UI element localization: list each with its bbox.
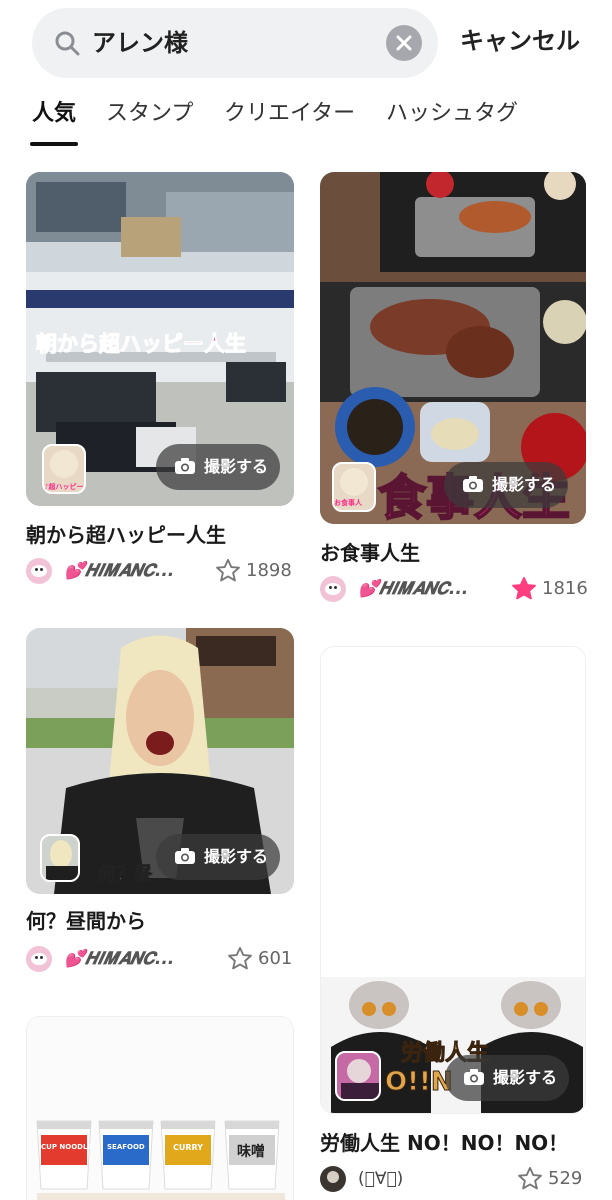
- search-input[interactable]: アレン様: [32, 8, 438, 78]
- favorite-count: 529: [548, 1168, 583, 1189]
- favorite-count: 1816: [542, 578, 588, 599]
- cup-label: SEAFOOD: [107, 1143, 145, 1151]
- user-name[interactable]: 💕𝑯𝑰𝑴𝑨𝑵𝑪...: [358, 576, 468, 602]
- camera-icon: [175, 458, 195, 474]
- effect-thumbnail[interactable]: 朝から超ハッピー人生 ♪超ハッピー 撮影する: [26, 172, 294, 506]
- creator-thumbnail-label: ♪超ハッピー: [44, 483, 84, 491]
- camera-icon: [175, 848, 195, 864]
- cup-noodles-image: [27, 1017, 293, 1200]
- creator-thumbnail-label: お食事人: [334, 499, 362, 507]
- user-name[interactable]: (ﾟ∀ﾟ): [358, 1166, 403, 1192]
- creator-thumbnail: [40, 834, 80, 882]
- creator-thumbnail: お食事人: [332, 462, 376, 512]
- effect-meta: (ﾟ∀ﾟ) 529: [320, 1164, 586, 1194]
- effect-thumbnail[interactable]: 労働人生 O!!N 撮影する: [320, 646, 586, 1114]
- star-icon[interactable]: [226, 945, 254, 973]
- user-name[interactable]: 💕𝑯𝑰𝑴𝑨𝑵𝑪...: [64, 558, 174, 584]
- effect-meta: 💕𝑯𝑰𝑴𝑨𝑵𝑪... 1816: [320, 574, 588, 604]
- tab-hashtags[interactable]: ハッシュタグ: [386, 96, 518, 132]
- search-query: アレン様: [92, 29, 188, 57]
- tab-stamps[interactable]: スタンプ: [106, 96, 193, 132]
- cancel-button[interactable]: キャンセル: [460, 24, 580, 58]
- tab-popular[interactable]: 人気: [32, 96, 76, 132]
- camera-icon: [463, 476, 483, 492]
- user-avatar[interactable]: [320, 1166, 346, 1192]
- cup-label: CUP NOODLE: [41, 1143, 93, 1151]
- tab-creators[interactable]: クリエイター: [224, 96, 355, 132]
- effect-title[interactable]: 何？昼間から: [26, 906, 146, 936]
- favorite-count: 601: [258, 948, 293, 969]
- effect-thumbnail[interactable]: CUP NOODLE SEAFOOD CURRY 味噌: [26, 1016, 294, 1200]
- overlay-caption: 朝から超ハッピー人生: [36, 332, 247, 357]
- overlay-caption-secondary: O!!N: [385, 1067, 454, 1098]
- star-filled-icon[interactable]: [510, 575, 538, 603]
- close-icon: [396, 35, 412, 51]
- shoot-button[interactable]: 撮影する: [445, 1055, 569, 1101]
- star-icon[interactable]: [516, 1165, 544, 1193]
- shoot-button[interactable]: 撮影する: [156, 444, 280, 490]
- category-tabs: 人気 スタンプ クリエイター ハッシュタグ: [0, 96, 612, 150]
- active-tab-indicator: [30, 142, 78, 146]
- clear-search-button[interactable]: [386, 25, 422, 61]
- effect-title[interactable]: お食事人生: [320, 538, 420, 568]
- cup-label: 味噌: [237, 1144, 265, 1160]
- cup-label: CURRY: [173, 1143, 204, 1152]
- user-avatar[interactable]: [320, 576, 346, 602]
- user-avatar[interactable]: [26, 558, 52, 584]
- shoot-button[interactable]: 撮影する: [156, 834, 280, 880]
- star-icon[interactable]: [214, 557, 242, 585]
- favorite-count: 1898: [246, 560, 292, 581]
- shoot-button-label: 撮影する: [204, 457, 269, 476]
- effect-title[interactable]: 労働人生 NO！NO！NO！: [320, 1128, 568, 1158]
- shoot-button-label: 撮影する: [493, 1068, 558, 1087]
- shoot-button-label: 撮影する: [204, 847, 269, 866]
- search-icon: [55, 31, 80, 56]
- effect-thumbnail[interactable]: 何？昼 撮影する: [26, 628, 294, 894]
- overlay-caption: 何？昼: [98, 864, 153, 886]
- user-avatar[interactable]: [26, 946, 52, 972]
- effect-meta: 💕𝑯𝑰𝑴𝑨𝑵𝑪... 1898: [26, 556, 294, 586]
- shoot-button-label: 撮影する: [492, 475, 557, 494]
- effect-title[interactable]: 朝から超ハッピー人生: [26, 520, 226, 550]
- effect-meta: 💕𝑯𝑰𝑴𝑨𝑵𝑪... 601: [26, 944, 294, 974]
- creator-thumbnail: [335, 1051, 381, 1101]
- camera-icon: [464, 1069, 484, 1085]
- search-header: アレン様 キャンセル: [0, 0, 612, 86]
- shoot-button[interactable]: 撮影する: [444, 462, 568, 508]
- user-name[interactable]: 💕𝑯𝑰𝑴𝑨𝑵𝑪...: [64, 946, 174, 972]
- creator-thumbnail: ♪超ハッピー: [42, 444, 86, 494]
- effect-thumbnail[interactable]: 食事人生 お食事人 撮影する: [320, 172, 586, 524]
